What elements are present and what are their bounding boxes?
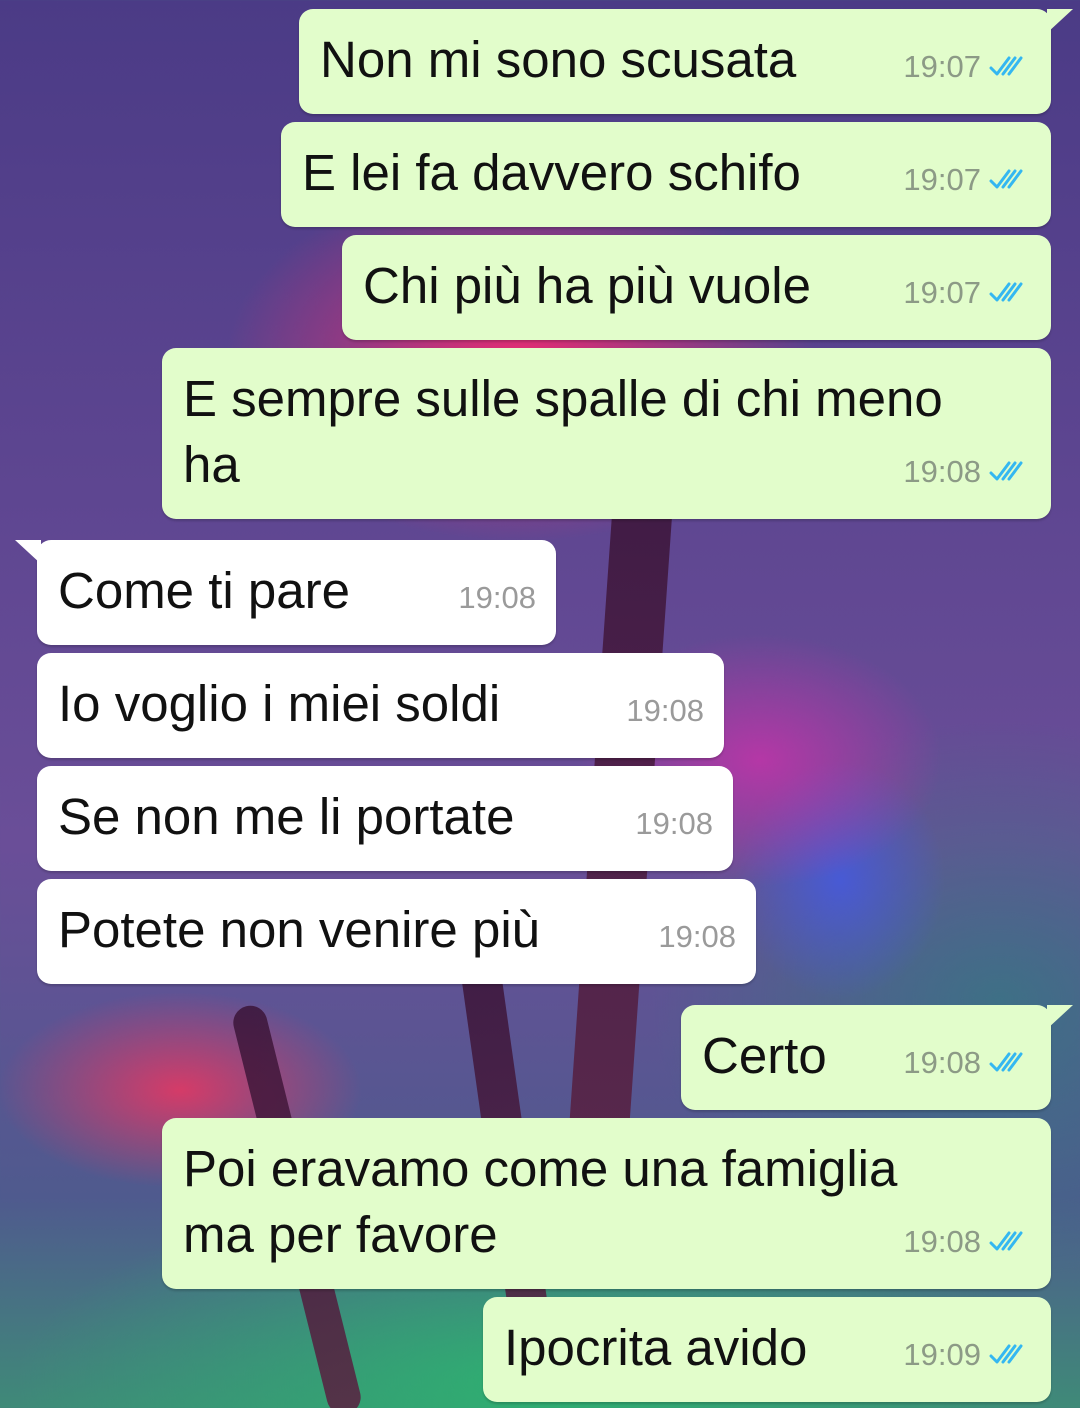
message-text-line-2: ha <box>183 436 240 493</box>
message-time: 19:08 <box>626 693 704 728</box>
incoming-message[interactable]: Come ti pare 19:08 <box>15 540 556 645</box>
incoming-message[interactable]: Io voglio i miei soldi 19:08 <box>37 653 724 758</box>
outgoing-message[interactable]: E lei fa davvero schifo 19:07 <box>281 122 1051 227</box>
message-time: 19:08 <box>903 1224 981 1259</box>
incoming-message[interactable]: Se non me li portate 19:08 <box>37 766 733 871</box>
incoming-message[interactable]: Potete non venire più 19:08 <box>37 879 756 984</box>
message-text: Come ti pare <box>58 562 350 619</box>
read-double-check-icon <box>989 1344 1023 1364</box>
read-double-check-icon <box>989 169 1023 189</box>
outgoing-message[interactable]: Non mi sono scusata 19:07 <box>299 9 1073 114</box>
message-meta: 19:08 <box>635 791 713 857</box>
outgoing-message[interactable]: Ipocrita avido 19:09 <box>483 1297 1051 1402</box>
read-double-check-icon <box>989 461 1023 481</box>
outgoing-message[interactable]: Certo 19:08 <box>681 1005 1073 1110</box>
message-text: Potete non venire più <box>58 901 541 958</box>
message-meta: 19:07 <box>903 34 1031 100</box>
message-time: 19:08 <box>458 580 536 615</box>
outgoing-message[interactable]: Poi eravamo come una famiglia ma per fav… <box>162 1118 1051 1289</box>
message-text-line-1: E sempre sulle spalle di chi meno <box>183 370 943 427</box>
message-time: 19:08 <box>658 919 736 954</box>
message-text: Ipocrita avido <box>504 1319 808 1376</box>
message-meta: 19:08 <box>903 439 1031 505</box>
message-text-line-1: Poi eravamo come una famiglia <box>183 1140 898 1197</box>
message-meta: 19:07 <box>903 147 1031 213</box>
read-double-check-icon <box>989 1052 1023 1072</box>
outgoing-message[interactable]: E sempre sulle spalle di chi meno ha 19:… <box>162 348 1051 519</box>
message-time: 19:08 <box>903 1045 981 1080</box>
message-meta: 19:08 <box>458 565 536 631</box>
message-text: Non mi sono scusata <box>320 31 797 88</box>
message-text: Certo <box>702 1027 827 1084</box>
message-meta: 19:08 <box>658 904 736 970</box>
message-text: E lei fa davvero schifo <box>302 144 801 201</box>
message-meta: 19:08 <box>903 1209 1031 1275</box>
message-time: 19:08 <box>635 806 713 841</box>
message-meta: 19:09 <box>903 1322 1031 1388</box>
outgoing-message[interactable]: Chi più ha più vuole 19:07 <box>342 235 1051 340</box>
read-double-check-icon <box>989 282 1023 302</box>
message-text-line-2: ma per favore <box>183 1206 498 1263</box>
message-time: 19:07 <box>903 162 981 197</box>
message-text: Se non me li portate <box>58 788 515 845</box>
message-time: 19:07 <box>903 49 981 84</box>
message-text: Chi più ha più vuole <box>363 257 811 314</box>
message-time: 19:09 <box>903 1337 981 1372</box>
read-double-check-icon <box>989 56 1023 76</box>
message-meta: 19:07 <box>903 260 1031 326</box>
message-meta: 19:08 <box>903 1030 1031 1096</box>
message-time: 19:08 <box>903 454 981 489</box>
message-time: 19:07 <box>903 275 981 310</box>
read-double-check-icon <box>989 1231 1023 1251</box>
message-text: Io voglio i miei soldi <box>58 675 501 732</box>
message-meta: 19:08 <box>626 678 704 744</box>
